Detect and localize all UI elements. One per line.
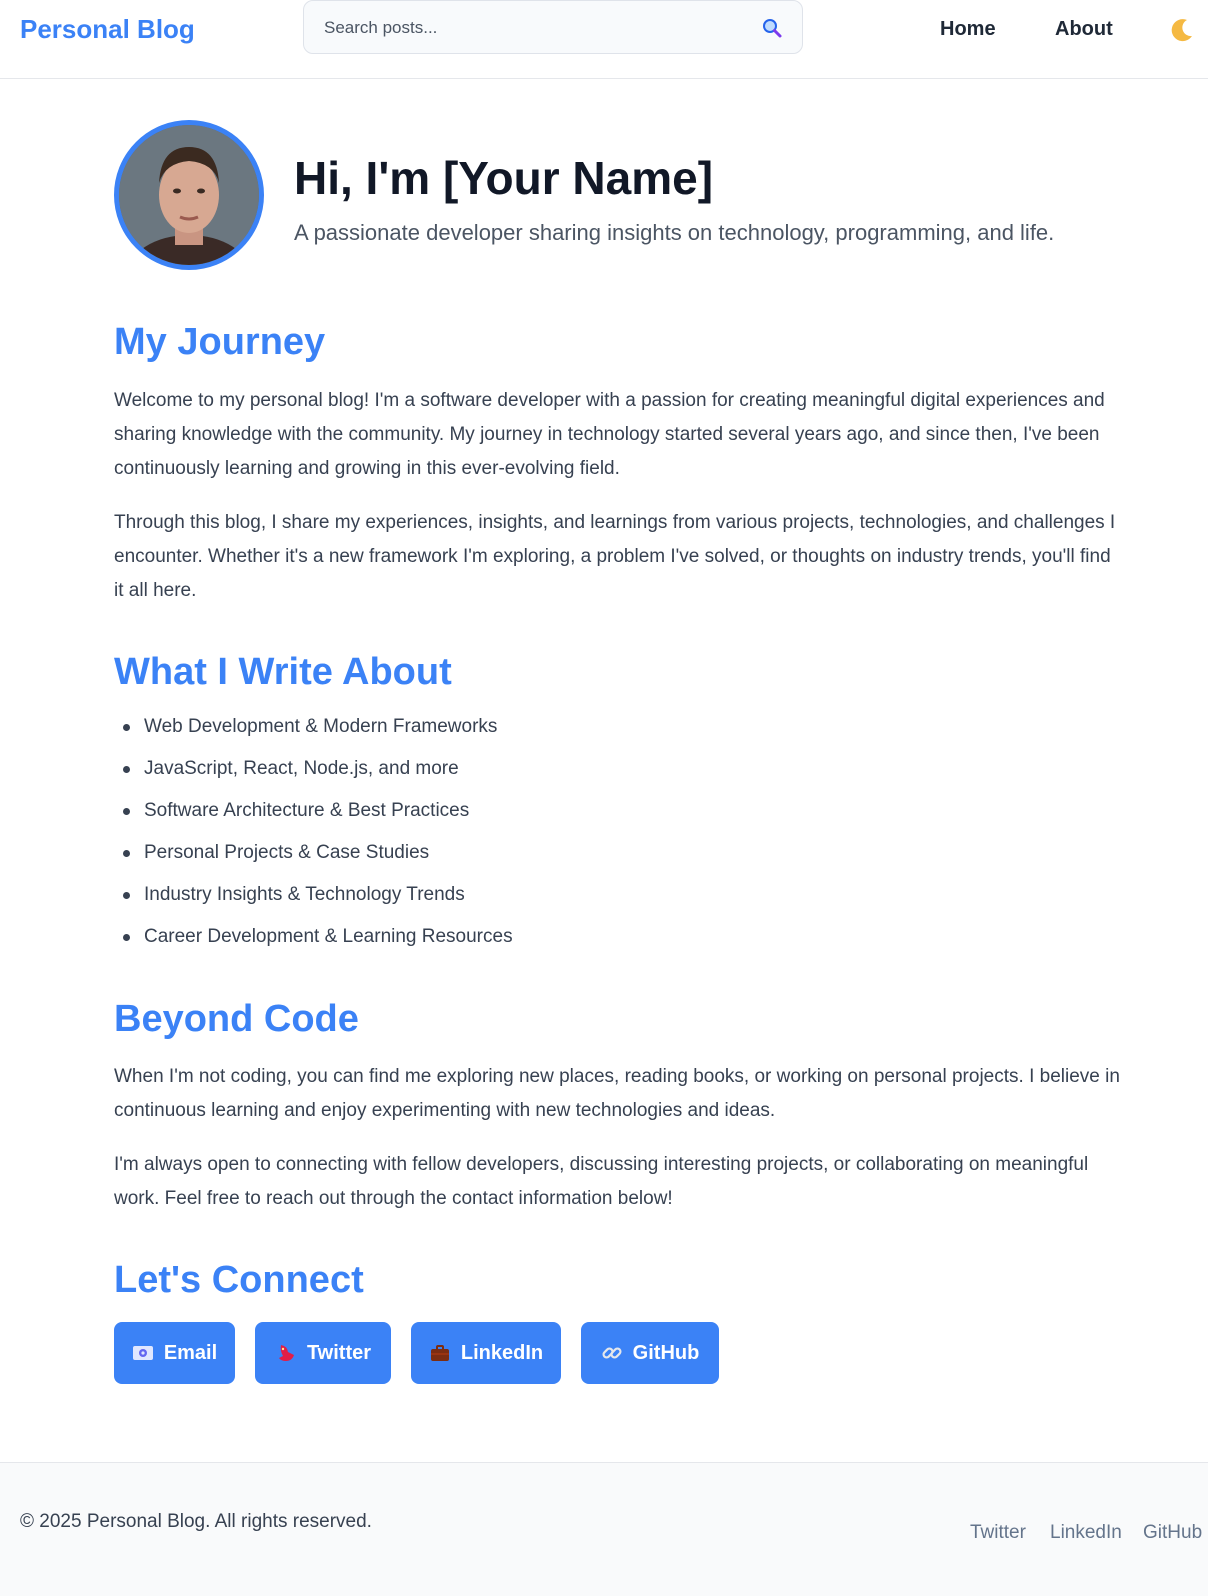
copyright-text: © 2025 Personal Blog. All rights reserve… (20, 1511, 372, 1532)
site-footer: © 2025 Personal Blog. All rights reserve… (0, 1462, 1208, 1596)
footer-github-link[interactable]: GitHub (1143, 1519, 1202, 1547)
section-heading-beyond: Beyond Code (114, 998, 359, 1040)
section-heading-journey: My Journey (114, 321, 326, 363)
search-box[interactable] (303, 0, 803, 54)
email-button-label: Email (163, 1341, 218, 1364)
avatar (114, 120, 264, 270)
list-item: Career Development & Learning Resources (114, 925, 513, 967)
email-icon (132, 1342, 154, 1364)
github-button[interactable]: GitHub (581, 1322, 719, 1384)
section-heading-connect: Let's Connect (114, 1259, 364, 1301)
search-icon[interactable] (761, 17, 783, 39)
site-header: Personal Blog Home About (0, 0, 1208, 79)
hero-subtitle: A passionate developer sharing insights … (294, 220, 1055, 245)
twitter-button[interactable]: Twitter (255, 1322, 391, 1384)
topics-list: Web Development & Modern Frameworks Java… (114, 715, 513, 967)
email-button[interactable]: Email (114, 1322, 235, 1384)
linkedin-button-label: LinkedIn (460, 1341, 544, 1364)
link-icon (601, 1342, 623, 1364)
footer-twitter-link[interactable]: Twitter (970, 1519, 1026, 1547)
list-item: Personal Projects & Case Studies (114, 841, 513, 883)
list-item: Software Architecture & Best Practices (114, 799, 513, 841)
journey-paragraph-2: Through this blog, I share my experience… (114, 512, 1116, 601)
beyond-paragraph-2: I'm always open to connecting with fello… (114, 1154, 1089, 1209)
nav-home-link[interactable]: Home (940, 14, 996, 44)
list-item: Web Development & Modern Frameworks (114, 715, 513, 757)
list-item: Industry Insights & Technology Trends (114, 883, 513, 925)
journey-paragraph-1: Welcome to my personal blog! I'm a softw… (114, 390, 1105, 479)
linkedin-button[interactable]: LinkedIn (411, 1322, 561, 1384)
beyond-paragraph-1: When I'm not coding, you can find me exp… (114, 1066, 1120, 1121)
footer-linkedin-link[interactable]: LinkedIn (1050, 1519, 1122, 1547)
twitter-button-label: Twitter (306, 1341, 372, 1364)
list-item: JavaScript, React, Node.js, and more (114, 757, 513, 799)
site-brand[interactable]: Personal Blog (20, 12, 195, 46)
github-button-label: GitHub (632, 1341, 700, 1364)
bird-icon (275, 1342, 297, 1364)
briefcase-icon (429, 1342, 451, 1364)
section-heading-topics: What I Write About (114, 651, 452, 693)
search-input[interactable] (324, 16, 744, 40)
hero-title: Hi, I'm [Your Name] (294, 152, 714, 204)
moon-icon[interactable] (1168, 16, 1196, 44)
nav-about-link[interactable]: About (1055, 14, 1113, 44)
